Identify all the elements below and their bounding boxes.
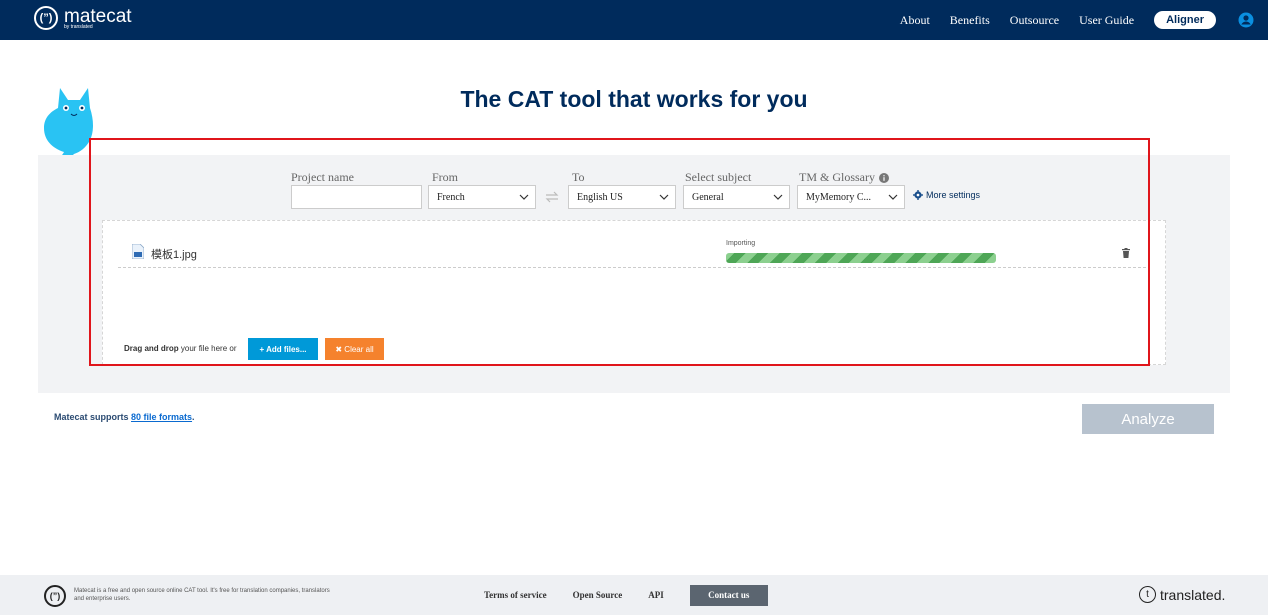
drop-instructions: Drag and drop your file here or — [124, 344, 237, 353]
logo-name: matecat — [64, 5, 132, 27]
clear-all-button[interactable]: ✖ Clear all — [325, 338, 384, 360]
user-account-icon[interactable] — [1238, 12, 1254, 28]
tm-glossary-label: TM & Glossary — [799, 170, 875, 184]
nav-outsource[interactable]: Outsource — [1010, 13, 1059, 28]
footer-links: Terms of service Open Source API Contact… — [484, 575, 794, 615]
nav-about[interactable]: About — [900, 13, 930, 28]
footer-link-open-source[interactable]: Open Source — [573, 590, 623, 600]
footer-description: Matecat is a free and open source online… — [74, 588, 330, 602]
swap-languages-icon[interactable] — [545, 191, 559, 203]
add-files-button[interactable]: + Add files... — [248, 338, 318, 360]
nav-links: About Benefits Outsource User Guide Alig… — [900, 0, 1268, 40]
tm-glossary-label-wrap: TM & Glossary — [799, 170, 889, 185]
footer: (”) Matecat is a free and open source on… — [0, 575, 1268, 615]
source-language-value: French — [437, 191, 465, 203]
matecat-logo[interactable]: (”) matecat by translated — [34, 6, 132, 30]
chevron-down-icon — [888, 194, 898, 200]
logo-text: matecat by translated — [64, 7, 132, 30]
drop-instructions-rest: your file here or — [180, 344, 237, 353]
nav-benefits[interactable]: Benefits — [950, 13, 990, 28]
source-language-select[interactable]: French — [428, 185, 536, 209]
contact-us-button[interactable]: Contact us — [689, 584, 768, 606]
supports-suffix: . — [192, 412, 195, 422]
tm-glossary-select[interactable]: MyMemory C... — [797, 185, 905, 209]
aligner-button[interactable]: Aligner — [1154, 11, 1216, 29]
more-settings-link[interactable]: More settings — [913, 190, 980, 200]
target-language-value: English US — [577, 191, 623, 203]
target-language-select[interactable]: English US — [568, 185, 676, 209]
subject-value: General — [692, 191, 724, 203]
supports-prefix: Matecat supports — [54, 412, 132, 422]
source-language-label: From — [432, 170, 459, 184]
top-navbar: (”) matecat by translated About Benefits… — [0, 0, 1268, 40]
progress-fill — [726, 253, 996, 263]
drop-instructions-bold: Drag and drop — [124, 344, 179, 353]
footer-link-api[interactable]: API — [648, 590, 664, 600]
translated-logo-icon: t — [1139, 586, 1156, 603]
nav-user-guide[interactable]: User Guide — [1079, 13, 1134, 28]
subject-select[interactable]: General — [683, 185, 790, 209]
matecat-logo-icon: (”) — [34, 6, 58, 30]
more-settings-label: More settings — [926, 190, 981, 200]
gear-icon — [913, 190, 923, 200]
matecat-footer-logo-icon[interactable]: (”) — [44, 585, 66, 607]
chevron-down-icon — [519, 194, 529, 200]
supported-formats-note: Matecat supports 80 file formats. — [54, 412, 195, 422]
file-formats-link[interactable]: 80 file formats — [131, 412, 192, 422]
project-name-label: Project name — [291, 170, 354, 184]
footer-link-terms[interactable]: Terms of service — [484, 590, 547, 600]
image-file-icon — [132, 244, 144, 259]
translated-brand-text: translated. — [1160, 586, 1226, 603]
chevron-down-icon — [659, 194, 669, 200]
project-name-input[interactable] — [291, 185, 422, 209]
page-title: The CAT tool that works for you — [460, 86, 808, 112]
info-icon[interactable] — [879, 172, 889, 183]
target-language-label: To — [572, 170, 585, 184]
import-progress-bar — [726, 253, 996, 263]
file-name: 模板1.jpg — [151, 249, 197, 261]
chevron-down-icon — [773, 194, 783, 200]
tm-glossary-value: MyMemory C... — [806, 191, 871, 203]
trash-icon[interactable] — [1122, 248, 1130, 258]
file-row: 模板1.jpg Importing — [118, 240, 1146, 268]
translated-brand[interactable]: t translated. — [1139, 586, 1225, 603]
subject-label: Select subject — [685, 170, 752, 184]
analyze-button[interactable]: Analyze — [1082, 404, 1214, 434]
file-status: Importing — [726, 240, 756, 247]
